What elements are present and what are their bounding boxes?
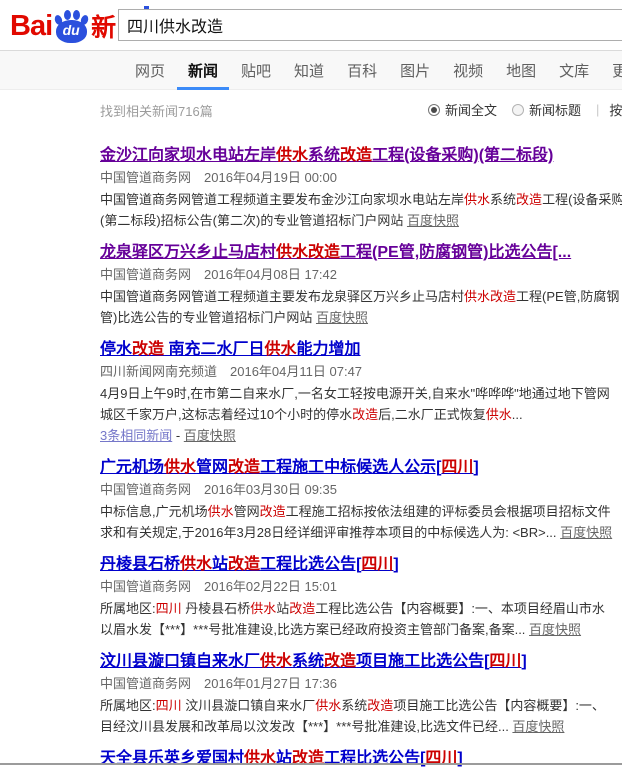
filter-divider: |: [596, 102, 599, 117]
result-snippet-line: (第二标段)招标公告(第二次)的专业管道招标门户网站 百度快照: [100, 210, 622, 231]
logo-bai-text: Bai: [10, 10, 52, 43]
sort-by-focus-link[interactable]: 按焦点排序: [609, 100, 622, 119]
filter-label-fulltext[interactable]: 新闻全文: [445, 100, 497, 119]
search-result: 金沙江向家坝水电站左岸供水系统改造工程(设备采购)(第二标段) 中国管道商务网 20…: [100, 146, 622, 231]
result-snippet-line: 3条相同新闻 - 百度快照: [100, 425, 622, 446]
tab-images[interactable]: 图片: [400, 51, 430, 89]
search-result: 丹棱县石桥供水站改造工程比选公告[四川] 中国管道商务网 2016年02月22日 1…: [100, 555, 622, 640]
baidu-cache-link[interactable]: 百度快照: [560, 525, 612, 540]
tab-tieba[interactable]: 贴吧: [241, 51, 271, 89]
baidu-cache-link[interactable]: 百度快照: [407, 213, 459, 228]
result-source: 中国管道商务网: [100, 482, 191, 497]
result-snippet-line: 4月9日上午9时,在市第二自来水厂,一名女工轻按电源开关,自来水"哗哗哗"地通过…: [100, 383, 622, 404]
result-date: 2016年04月11日 07:47: [230, 364, 362, 379]
result-meta: 中国管道商务网 2016年01月27日 17:36: [100, 675, 622, 692]
search-result: 汶川县漩口镇自来水厂供水系统改造项目施工比选公告[四川] 中国管道商务网 2016年…: [100, 652, 622, 737]
page-header: Bai du 新闻: [0, 0, 622, 50]
search-input[interactable]: [118, 9, 622, 41]
logo-du-text: du: [54, 22, 88, 38]
tab-wenku[interactable]: 文库: [559, 51, 589, 89]
result-title-link[interactable]: 龙泉驿区万兴乡止马店村供水改造工程(PE管,防腐钢管)比选公告[...: [100, 243, 571, 263]
result-title-link[interactable]: 广元机场供水管网改造工程施工中标候选人公示[四川]: [100, 458, 479, 478]
search-result: 停水改造 南充二水厂日供水能力增加四川新闻网南充频道 2016年04月11日 07…: [100, 340, 622, 446]
filter-radios: 新闻全文 新闻标题: [428, 100, 596, 119]
result-source: 中国管道商务网: [100, 170, 191, 185]
result-snippet-line: 目经汶川县发展和改革局以汶发改【***】***号批准建设,比选文件已经... 百…: [100, 716, 622, 737]
baidu-cache-link[interactable]: 百度快照: [512, 719, 564, 734]
related-news-link[interactable]: 3条相同新闻: [100, 428, 172, 443]
result-date: 2016年04月19日 00:00: [204, 170, 337, 185]
result-snippet-line: 管)比选公告的专业管道招标门户网站 百度快照: [100, 307, 622, 328]
filter-label-title[interactable]: 新闻标题: [529, 100, 581, 119]
result-snippet-line: 所属地区:四川 丹棱县石桥供水站改造工程比选公告【内容概要】:一、本项目经眉山市…: [100, 598, 622, 619]
result-date: 2016年03月30日 09:35: [204, 482, 337, 497]
result-snippet-line: 所属地区:四川 汶川县漩口镇自来水厂供水系统改造项目施工比选公告【内容概要】:一…: [100, 695, 622, 716]
result-snippet-line: 城区千家万户,这标志着经过10个小时的停水改造后,二水厂正式恢复供水...: [100, 404, 622, 425]
result-meta: 中国管道商务网 2016年04月08日 17:42: [100, 266, 622, 283]
tab-more[interactable]: 更多: [612, 51, 622, 89]
result-title-link[interactable]: 丹棱县石桥供水站改造工程比选公告[四川]: [100, 555, 399, 575]
result-title-link[interactable]: 停水改造 南充二水厂日供水能力增加: [100, 340, 361, 360]
tab-baike[interactable]: 百科: [347, 51, 377, 89]
result-source: 中国管道商务网: [100, 579, 191, 594]
vertical-nav-tabs: 网页新闻贴吧知道百科图片视频地图文库更多: [0, 50, 622, 90]
search-result: 龙泉驿区万兴乡止马店村供水改造工程(PE管,防腐钢管)比选公告[... 中国管道商…: [100, 243, 622, 328]
result-date: 2016年01月27日 17:36: [204, 676, 337, 691]
radio-fulltext[interactable]: [428, 104, 440, 116]
window-bottom-edge: [0, 763, 622, 765]
baidu-cache-link[interactable]: 百度快照: [184, 428, 236, 443]
results-list: 金沙江向家坝水电站左岸供水系统改造工程(设备采购)(第二标段) 中国管道商务网 20…: [100, 128, 622, 767]
result-snippet-line: 以眉水发【***】***号批准建设,比选方案已经政府投资主管部门备案,备案...…: [100, 619, 622, 640]
result-meta: 中国管道商务网 2016年03月30日 09:35: [100, 481, 622, 498]
result-count: 找到相关新闻716篇: [100, 101, 213, 120]
result-title-link[interactable]: 金沙江向家坝水电站左岸供水系统改造工程(设备采购)(第二标段): [100, 146, 553, 166]
filter-group: 新闻全文 新闻标题 | 按焦点排序: [428, 100, 622, 119]
baidu-cache-link[interactable]: 百度快照: [316, 310, 368, 325]
radio-title[interactable]: [512, 104, 524, 116]
tab-webpage[interactable]: 网页: [135, 51, 165, 89]
result-snippet-line: 中国管道商务网管道工程频道主要发布龙泉驿区万兴乡止马店村供水改造工程(PE管,防…: [100, 286, 622, 307]
result-snippet-line: 中国管道商务网管道工程频道主要发布金沙江向家坝水电站左岸供水系统改造工程(设备采…: [100, 189, 622, 210]
result-snippet-line: 中标信息,广元机场供水管网改造工程施工招标按依法组建的评标委员会根据项目招标文件: [100, 501, 622, 522]
search-result: 广元机场供水管网改造工程施工中标候选人公示[四川] 中国管道商务网 2016年03月…: [100, 458, 622, 543]
result-date: 2016年04月08日 17:42: [204, 267, 337, 282]
result-snippet-line: 求和有关规定,于2016年3月28日经详细评审推荐本项目的中标候选人为: <BR…: [100, 522, 622, 543]
tab-news[interactable]: 新闻: [188, 51, 218, 89]
baidu-cache-link[interactable]: 百度快照: [529, 622, 581, 637]
result-date: 2016年02月22日 15:01: [204, 579, 337, 594]
tab-zhidao[interactable]: 知道: [294, 51, 324, 89]
result-meta: 中国管道商务网 2016年04月19日 00:00: [100, 169, 622, 186]
result-source: 四川新闻网南充频道: [100, 364, 217, 379]
result-meta: 四川新闻网南充频道 2016年04月11日 07:47: [100, 363, 622, 380]
result-meta-row: 找到相关新闻716篇 新闻全文 新闻标题 | 按焦点排序: [0, 91, 622, 127]
baidu-paw-icon: du: [54, 8, 88, 44]
result-meta: 中国管道商务网 2016年02月22日 15:01: [100, 578, 622, 595]
result-source: 中国管道商务网: [100, 676, 191, 691]
result-title-link[interactable]: 汶川县漩口镇自来水厂供水系统改造项目施工比选公告[四川]: [100, 652, 527, 672]
result-source: 中国管道商务网: [100, 267, 191, 282]
tab-video[interactable]: 视频: [453, 51, 483, 89]
tab-maps[interactable]: 地图: [506, 51, 536, 89]
